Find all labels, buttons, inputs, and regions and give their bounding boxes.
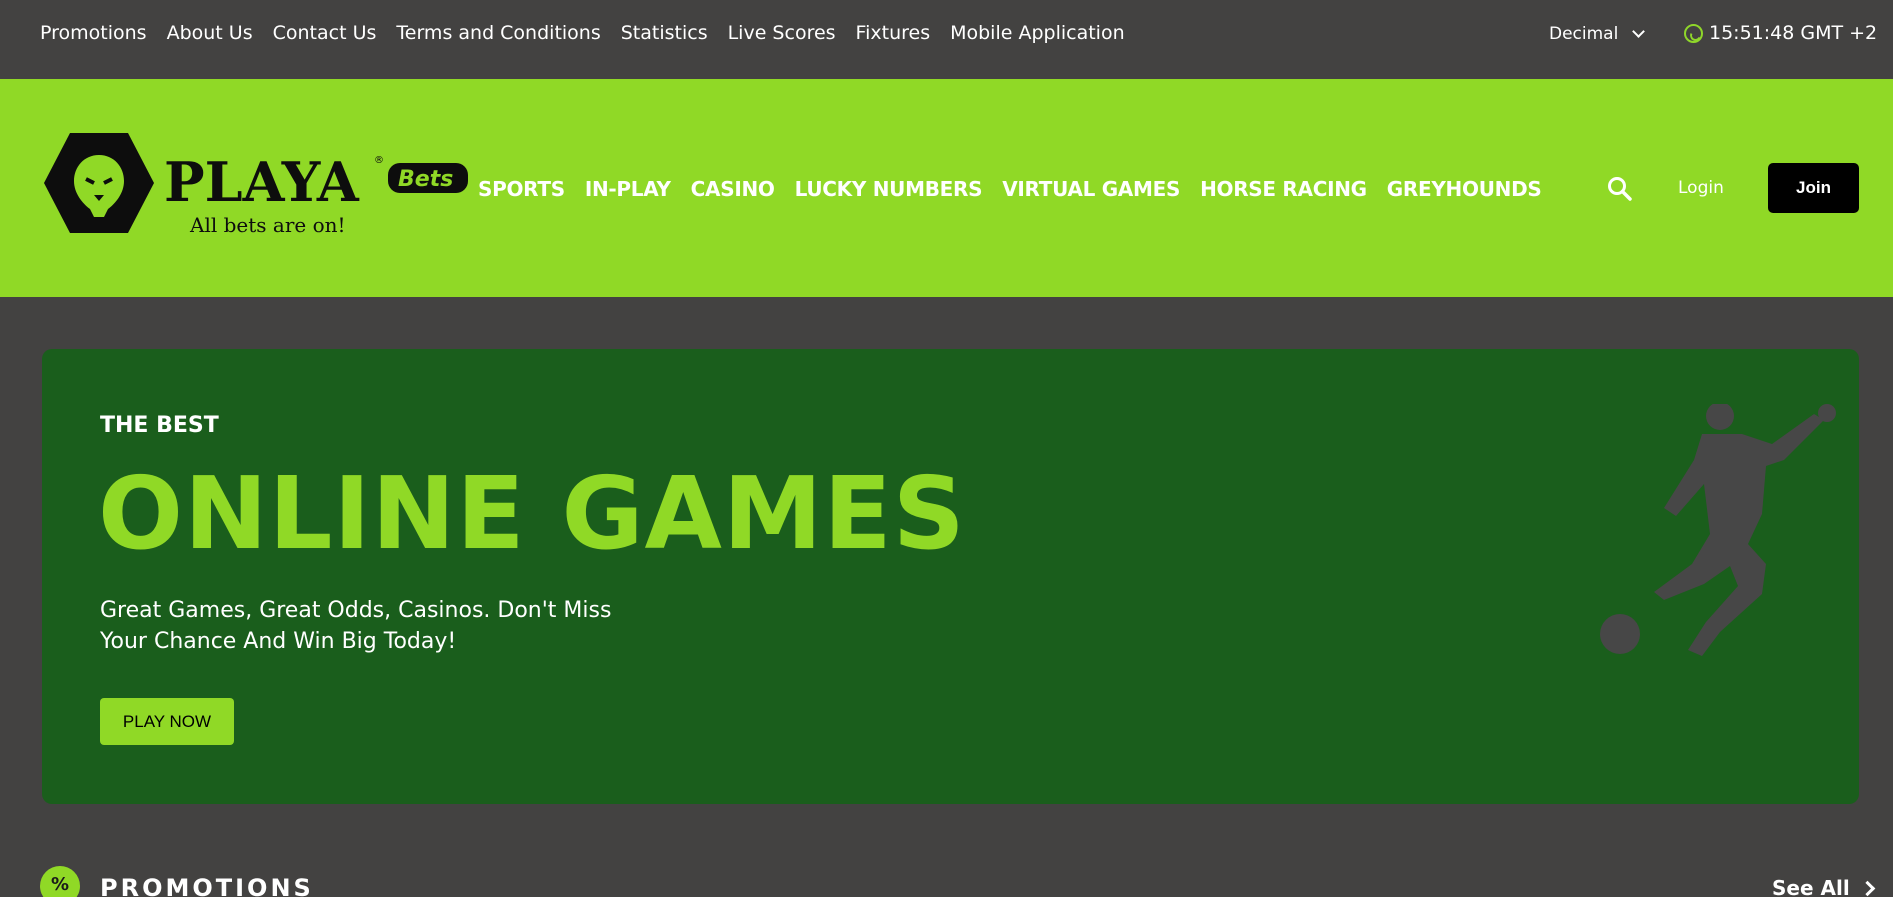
odds-format-select[interactable]: Decimal (1549, 24, 1646, 44)
odds-format-value: Decimal (1549, 24, 1619, 44)
logo-wordmark: PLAYA (164, 150, 360, 214)
chevron-right-icon (1859, 880, 1875, 896)
clock: 15:51:48 GMT +2 (1684, 22, 1877, 44)
nav-casino[interactable]: CASINO (691, 177, 775, 201)
top-nav: Promotions About Us Contact Us Terms and… (40, 22, 1145, 44)
nav-lucky-numbers[interactable]: LUCKY NUMBERS (795, 177, 983, 201)
nav-in-play[interactable]: IN-PLAY (585, 177, 671, 201)
football-player-icon (1600, 404, 1836, 656)
whatsapp-icon[interactable] (1684, 23, 1703, 43)
promotions-heading: PROMOTIONS (100, 874, 314, 897)
hero-headline: ONLINE GAMES (98, 455, 966, 572)
top-nav-promotions[interactable]: Promotions (40, 22, 147, 44)
top-nav-about-us[interactable]: About Us (167, 22, 253, 44)
top-nav-terms[interactable]: Terms and Conditions (396, 22, 600, 44)
see-all-label: See All (1772, 876, 1850, 897)
main-nav: SPORTS IN-PLAY CASINO LUCKY NUMBERS VIRT… (478, 177, 1561, 201)
join-button[interactable]: Join (1768, 163, 1859, 213)
hero-description: Great Games, Great Odds, Casinos. Don't … (100, 598, 612, 654)
hero-banner: THE BEST ONLINE GAMES Great Games, Great… (42, 349, 1859, 804)
see-all-link[interactable]: See All (1772, 876, 1875, 897)
main-header: PLAYA ® Bets All bets are on! SPORTS IN-… (0, 79, 1893, 297)
nav-greyhounds[interactable]: GREYHOUNDS (1387, 177, 1542, 201)
nav-horse-racing[interactable]: HORSE RACING (1200, 177, 1367, 201)
top-nav-live-scores[interactable]: Live Scores (728, 22, 836, 44)
percent-icon: % (40, 866, 80, 897)
lion-logo-icon[interactable]: PLAYA ® Bets All bets are on! (44, 133, 474, 243)
hero-kicker: THE BEST (100, 413, 219, 438)
search-icon[interactable] (1607, 176, 1633, 202)
top-nav-mobile-app[interactable]: Mobile Application (950, 22, 1125, 44)
top-nav-contact-us[interactable]: Contact Us (273, 22, 377, 44)
play-now-button[interactable]: PLAY NOW (100, 698, 234, 745)
top-nav-statistics[interactable]: Statistics (621, 22, 708, 44)
login-link[interactable]: Login (1678, 178, 1724, 198)
logo-tagline: All bets are on! (189, 213, 346, 237)
logo-badge: Bets (398, 167, 453, 192)
chevron-down-icon (1632, 25, 1646, 38)
top-nav-fixtures[interactable]: Fixtures (856, 22, 931, 44)
nav-sports[interactable]: SPORTS (478, 177, 565, 201)
svg-text:®: ® (374, 155, 384, 166)
clock-time: 15:51:48 GMT +2 (1709, 22, 1878, 44)
top-bar: Promotions About Us Contact Us Terms and… (0, 0, 1893, 79)
nav-virtual-games[interactable]: VIRTUAL GAMES (1002, 177, 1180, 201)
